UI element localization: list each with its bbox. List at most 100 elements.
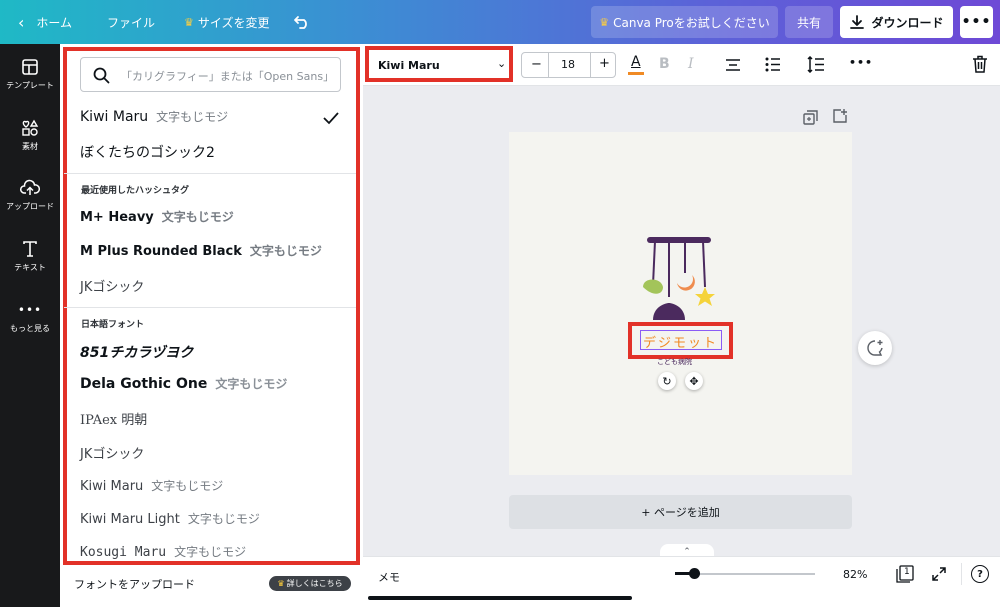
font-option-mplus-rounded-black[interactable]: M Plus Rounded Black 文字もじモジ (80, 242, 322, 259)
font-sample: 文字もじモジ (156, 110, 229, 124)
toolbar-more-button[interactable]: ••• (849, 56, 873, 69)
font-sample: 文字もじモジ (249, 244, 322, 258)
font-size-input[interactable]: 18 (561, 58, 575, 71)
font-option-bokutachi-gothic[interactable]: ぼくたちのゴシック2 (80, 142, 215, 162)
add-page-icon[interactable] (832, 108, 848, 124)
list-icon[interactable] (765, 57, 781, 72)
template-icon (22, 59, 38, 75)
italic-button[interactable]: I (688, 56, 694, 72)
bottom-bar: メモ 82% 1 ? (363, 556, 1000, 607)
zoom-level[interactable]: 82% (843, 568, 867, 581)
font-search-box[interactable]: 「カリグラフィー」または「Open Sans」 (80, 57, 341, 92)
font-name: JKゴシック (80, 447, 145, 462)
section-divider (64, 173, 356, 174)
share-button[interactable]: 共有 (785, 6, 833, 38)
upload-icon (20, 179, 40, 195)
canvas-subtitle-text: こども病院 (657, 358, 692, 366)
canvas-title-text: デジモット (643, 336, 719, 351)
comment-add-icon (867, 340, 883, 356)
font-name: ぼくたちのゴシック2 (80, 145, 215, 161)
font-option-mplus-heavy[interactable]: M+ Heavy 文字もじモジ (80, 208, 234, 225)
move-icon: ✥ (689, 374, 699, 388)
design-page[interactable]: デジモット こども病院 ↻ ✥ (509, 132, 852, 475)
font-name: Kosugi Maru (80, 545, 167, 560)
crown-icon: ♛ (277, 579, 285, 588)
help-button[interactable]: ? (971, 565, 989, 583)
font-sample: 文字もじモジ (151, 479, 224, 493)
crown-icon: ♛ (184, 15, 194, 29)
learn-more-badge[interactable]: ♛ 詳しくはこちら (269, 576, 351, 591)
recent-section-heading: 最近使用したハッシュタグ (81, 186, 190, 196)
undo-icon (294, 16, 307, 29)
resize-button[interactable]: ♛ サイズを変更 (184, 0, 270, 44)
font-name: Kiwi Maru (80, 109, 149, 125)
font-option-jk-gothic-recent[interactable]: JKゴシック (80, 276, 144, 295)
font-name: M Plus Rounded Black (80, 244, 242, 259)
text-color-icon: A (631, 54, 641, 70)
text-color-swatch (628, 72, 644, 75)
chevron-down-icon: ⌄ (497, 57, 507, 70)
fullscreen-icon[interactable] (931, 566, 947, 582)
font-search-input[interactable]: 「カリグラフィー」または「Open Sans」 (121, 68, 336, 84)
font-option-kiwi-maru[interactable]: Kiwi Maru 文字もじモジ (80, 108, 228, 125)
bottom-divider (961, 563, 962, 585)
increase-size-button[interactable]: + (599, 56, 610, 71)
zoom-slider-thumb[interactable] (689, 568, 700, 579)
font-name: Kiwi Maru Light (80, 512, 180, 527)
file-menu[interactable]: ファイル (107, 0, 155, 44)
font-family-selector[interactable]: Kiwi Maru ⌄ (365, 46, 513, 82)
rotate-handle[interactable]: ↻ (658, 372, 676, 390)
comment-button[interactable] (858, 331, 892, 365)
chevron-left-icon: ‹ (18, 12, 25, 32)
font-option-kiwi-maru-2[interactable]: Kiwi Maru 文字もじモジ (80, 477, 223, 494)
font-name: IPAex 明朝 (80, 413, 148, 428)
section-divider (64, 307, 356, 308)
try-pro-label: Canva Proをお試しください (613, 15, 770, 30)
sidebar-item-templates[interactable]: テンプレート (0, 58, 60, 91)
checkmark-icon (323, 112, 339, 125)
move-handle[interactable]: ✥ (685, 372, 703, 390)
font-sample: 文字もじモジ (187, 512, 260, 526)
home-button[interactable]: ‹ ホーム (18, 0, 72, 44)
help-icon: ? (977, 568, 983, 580)
text-color-button[interactable]: A (628, 54, 644, 76)
sidebar-item-label: テンプレート (6, 81, 54, 90)
undo-button[interactable] (293, 0, 311, 44)
font-option-dela-gothic[interactable]: Dela Gothic One 文字もじモジ (80, 375, 287, 392)
sidebar-item-uploads[interactable]: アップロード (0, 179, 60, 212)
font-option-kiwi-maru-light[interactable]: Kiwi Maru Light 文字もじモジ (80, 510, 260, 527)
home-label: ホーム (36, 15, 73, 30)
selected-text-box[interactable]: デジモット (640, 330, 722, 351)
decrease-size-button[interactable]: − (531, 57, 542, 72)
sidebar-item-elements[interactable]: 素材 (0, 119, 60, 152)
font-name: JKゴシック (80, 280, 145, 295)
font-name: Kiwi Maru (80, 479, 144, 494)
download-button[interactable]: ダウンロード (840, 6, 953, 38)
font-option-851-chikara[interactable]: 851チカラヅヨク (80, 342, 193, 362)
upload-font-link[interactable]: フォントをアップロード (74, 576, 195, 592)
sidebar-item-label: 素材 (22, 142, 38, 151)
font-option-kosugi-maru[interactable]: Kosugi Maru 文字もじモジ (80, 543, 246, 560)
upload-font-bar: フォントをアップロード ♛ 詳しくはこちら (60, 566, 363, 607)
rotate-icon: ↻ (662, 374, 672, 388)
learn-more-label: 詳しくはこちら (286, 579, 343, 588)
more-options-button[interactable]: ••• (960, 6, 993, 38)
add-page-button[interactable]: + ページを追加 (509, 495, 852, 529)
page-count-button[interactable]: 1 (896, 565, 914, 583)
sidebar-item-label: テキスト (14, 263, 46, 272)
notes-button[interactable]: メモ (378, 569, 400, 585)
font-option-ipaex-mincho[interactable]: IPAex 明朝 (80, 409, 147, 428)
font-name: 851チカラヅヨク (80, 345, 194, 361)
sidebar-item-more[interactable]: ••• もっと見る (0, 301, 60, 334)
sidebar-item-text[interactable]: テキスト (0, 240, 60, 273)
bold-button[interactable]: B (659, 56, 670, 72)
font-option-jk-gothic[interactable]: JKゴシック (80, 443, 144, 462)
align-center-icon[interactable] (725, 58, 741, 72)
try-pro-button[interactable]: ♛ Canva Proをお試しください (591, 6, 778, 38)
stepper-divider (590, 53, 591, 77)
line-spacing-icon[interactable] (807, 56, 825, 73)
stepper-divider (548, 53, 549, 77)
trash-icon[interactable] (972, 55, 988, 73)
duplicate-page-icon[interactable] (803, 110, 818, 125)
font-sample: 文字もじモジ (161, 210, 234, 224)
